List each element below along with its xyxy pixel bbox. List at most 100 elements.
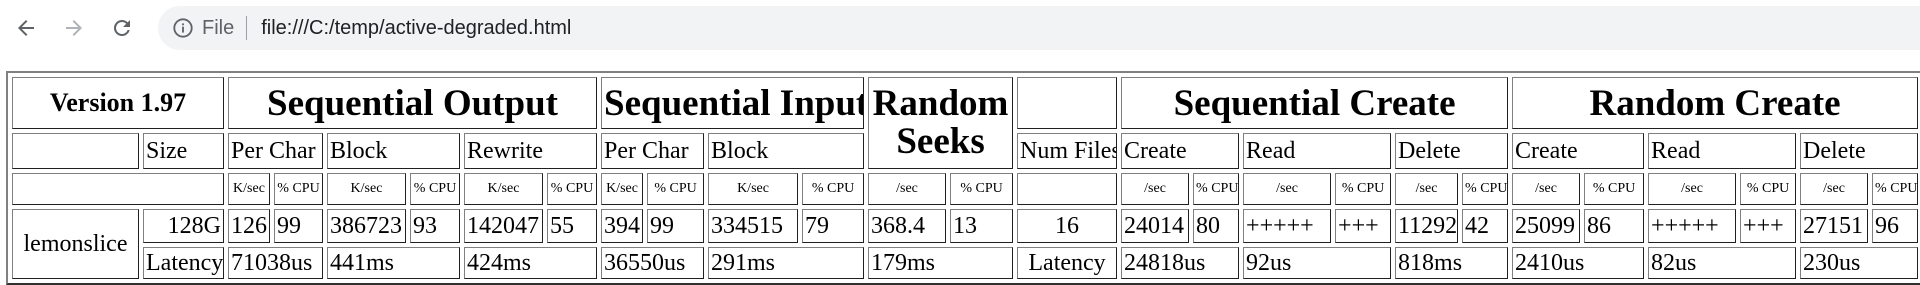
value-cell: 394 [601,209,644,243]
value-cell: 42 [1462,209,1509,243]
unit-cell: K/sec [464,173,543,205]
subheader-rc-delete: Delete [1800,133,1919,169]
unit-cell: % CPU [647,173,705,205]
subheader-sc-delete: Delete [1395,133,1509,169]
value-cell: 386723 [327,209,406,243]
value-cell: 11292 [1395,209,1459,243]
value-cell: 368.4 [868,209,947,243]
create-latency-cell: 230us [1800,247,1919,279]
latency-cell: 36550us [601,247,705,279]
units-blank [12,173,224,205]
reload-button[interactable] [104,10,140,46]
latency-cell: 179ms [868,247,1014,279]
value-cell: 27151 [1800,209,1869,243]
group-random-seeks: Random Seeks [868,77,1014,169]
unit-cell: % CPU [547,173,598,205]
omnibox-divider [246,16,248,40]
unit-cell: /sec [1512,173,1581,205]
url-text[interactable]: file:///C:/temp/active-degraded.html [261,17,571,40]
page-content: Version 1.97 Sequential Output Sequentia… [6,71,1920,285]
info-icon[interactable] [172,17,194,39]
units-blank-numfiles [1017,173,1118,205]
latency-cell: 291ms [708,247,865,279]
unit-cell: K/sec [601,173,644,205]
group-header-row: Version 1.97 Sequential Output Sequentia… [12,77,1919,169]
subheader-blank [12,133,139,169]
unit-cell: /sec [1121,173,1190,205]
units-row: K/sec % CPU K/sec % CPU K/sec % CPU K/se… [12,173,1919,205]
subheader-rc-read: Read [1648,133,1797,169]
reload-icon [113,19,130,36]
bonnie-results-table: Version 1.97 Sequential Output Sequentia… [6,71,1920,285]
forward-arrow-icon [66,20,82,36]
latency-label: Latency [143,247,224,279]
forward-button[interactable] [56,10,92,46]
subheader-in-per-char: Per Char [601,133,705,169]
create-latency-cell: 2410us [1512,247,1645,279]
browser-toolbar: File file:///C:/temp/active-degraded.htm… [0,0,1920,56]
group-sequential-output: Sequential Output [228,77,598,129]
address-bar[interactable]: File file:///C:/temp/active-degraded.htm… [158,6,1920,50]
unit-cell: /sec [868,173,947,205]
unit-cell: % CPU [1584,173,1645,205]
unit-cell: % CPU [1193,173,1240,205]
machine-name: lemonslice [12,209,139,279]
subheader-out-rewrite: Rewrite [464,133,598,169]
unit-cell: K/sec [228,173,270,205]
create-latency-cell: 818ms [1395,247,1509,279]
unit-cell: % CPU [1740,173,1797,205]
value-cell: 126 [228,209,270,243]
value-cell: 13 [950,209,1014,243]
num-files-value: 16 [1017,209,1118,243]
unit-cell: K/sec [708,173,799,205]
unit-cell: % CPU [274,173,323,205]
value-cell: +++++ [1243,209,1332,243]
latency-cell: 441ms [327,247,460,279]
unit-cell: /sec [1395,173,1459,205]
unit-cell: /sec [1800,173,1869,205]
value-cell: 24014 [1121,209,1190,243]
value-cell: 142047 [464,209,543,243]
value-cell: +++ [1740,209,1797,243]
version-label: Version 1.97 [12,77,224,129]
latency-cell: 71038us [228,247,323,279]
unit-cell: % CPU [410,173,460,205]
unit-cell: K/sec [327,173,406,205]
create-latency-cell: 92us [1243,247,1392,279]
value-cell: 86 [1584,209,1645,243]
unit-cell: % CPU [1872,173,1919,205]
create-latency-cell: 82us [1648,247,1797,279]
unit-cell: % CPU [1335,173,1392,205]
subheader-rc-create: Create [1512,133,1645,169]
subheader-size: Size [143,133,224,169]
subheader-out-per-char: Per Char [228,133,323,169]
unit-cell: /sec [1243,173,1332,205]
create-latency-cell: 24818us [1121,247,1240,279]
size-value: 128G [143,209,224,243]
value-cell: 99 [647,209,705,243]
value-cell: 55 [547,209,598,243]
back-arrow-icon [18,20,34,36]
subheader-out-block: Block [327,133,460,169]
value-cell: 99 [274,209,323,243]
value-cell: 93 [410,209,460,243]
value-cell: +++ [1335,209,1392,243]
back-button[interactable] [8,10,44,46]
unit-cell: % CPU [950,173,1014,205]
subheader-sc-read: Read [1243,133,1392,169]
value-cell: 96 [1872,209,1919,243]
latency-cell: 424ms [464,247,598,279]
value-cell: 25099 [1512,209,1581,243]
group-sequential-create: Sequential Create [1121,77,1509,129]
latency-row: Latency 71038us 441ms 424ms 36550us 291m… [12,247,1919,279]
unit-cell: /sec [1648,173,1737,205]
group-sequential-input: Sequential Input [601,77,865,129]
group-spacer [1017,77,1118,129]
unit-cell: % CPU [802,173,865,205]
subheader-sc-create: Create [1121,133,1240,169]
subheader-num-files: Num Files [1017,133,1118,169]
subheader-in-block: Block [708,133,865,169]
results-row: lemonslice 128G 126 99 386723 93 142047 … [12,209,1919,279]
scheme-label: File [202,16,235,39]
value-cell: 334515 [708,209,799,243]
